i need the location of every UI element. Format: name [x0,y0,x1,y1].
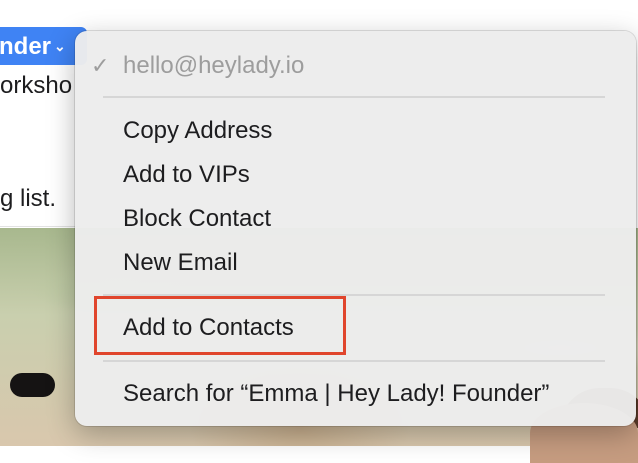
chevron-down-icon: ⌄ [54,38,66,54]
menu-item-add-to-vips[interactable]: Add to VIPs [123,160,250,190]
menu-item-copy-address[interactable]: Copy Address [123,116,272,146]
email-body-text: g list. [0,185,57,212]
menu-item-block-contact[interactable]: Block Contact [123,204,271,234]
menu-item-add-to-contacts[interactable]: Add to Contacts [123,313,294,343]
email-body-text: orksho [0,72,73,99]
menu-item-email-address: hello@heylady.io [123,52,305,79]
checkmark-icon: ✓ [91,53,110,78]
divider [0,226,80,227]
menu-item-search-for-sender[interactable]: Search for “Emma | Hey Lady! Founder” [123,379,549,409]
photo-detail [10,373,55,397]
menu-separator [103,96,605,98]
menu-item-new-email[interactable]: New Email [123,248,238,278]
menu-separator [103,360,605,362]
sender-name-chip[interactable]: nder ⌄ [0,27,87,65]
sender-name-label: nder [0,33,52,60]
contact-context-menu: ✓ hello@heylady.io Copy Address Add to V… [75,31,636,426]
